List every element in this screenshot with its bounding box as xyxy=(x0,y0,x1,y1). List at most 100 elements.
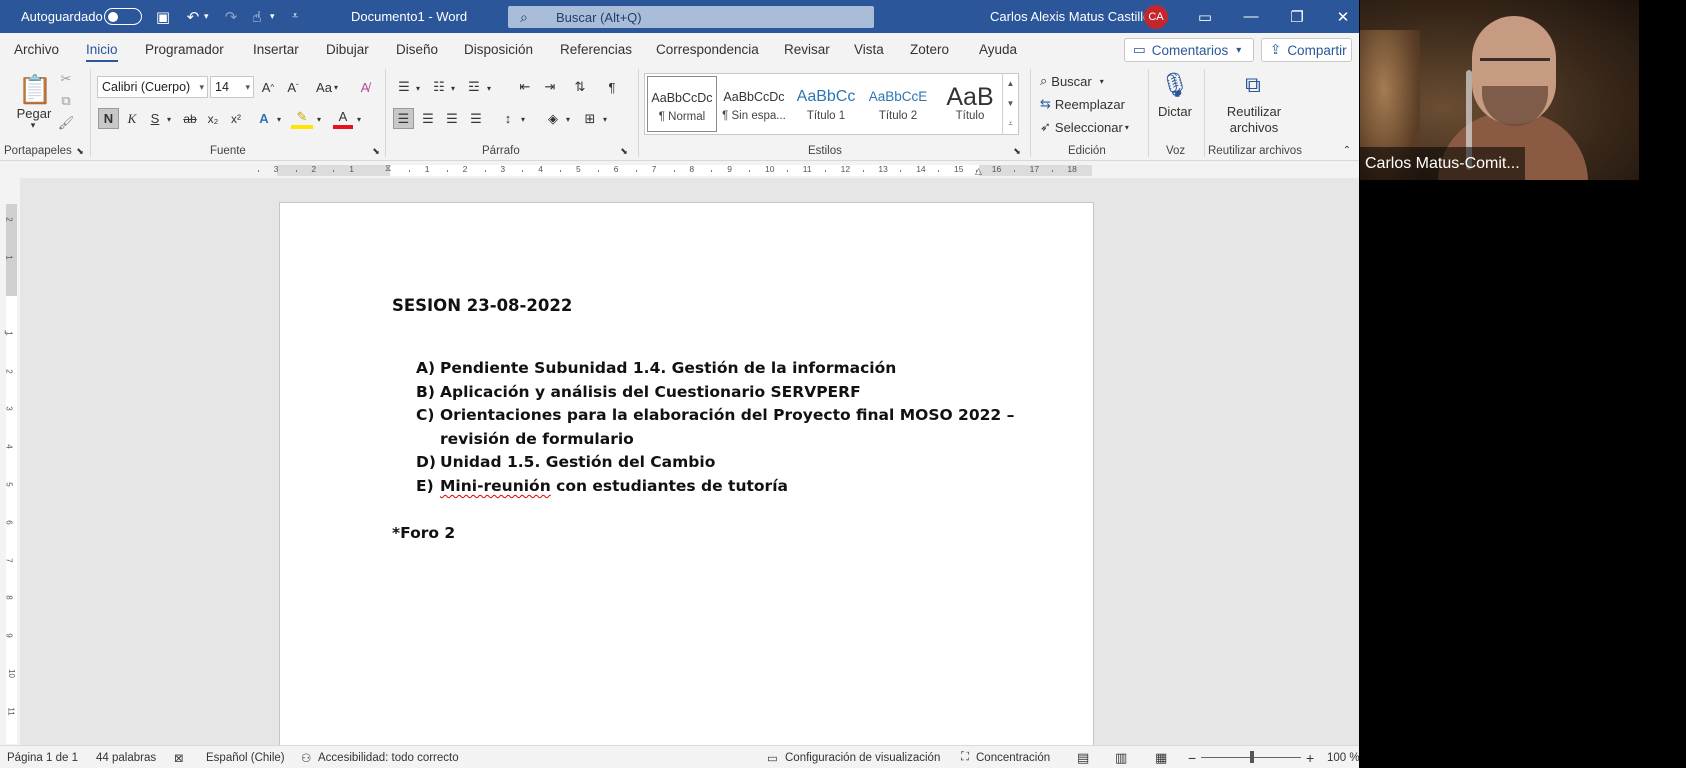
tab-archivo[interactable]: Archivo xyxy=(14,33,59,65)
zoom-in-icon[interactable]: + xyxy=(1306,746,1314,768)
numbering-icon[interactable]: ☷ xyxy=(430,77,448,97)
microphone-icon[interactable]: 🎙 xyxy=(1160,69,1190,101)
chevron-down-icon[interactable]: ▼ xyxy=(1007,99,1015,108)
numbering-dropdown-icon[interactable]: ▾ xyxy=(448,79,458,97)
justify-icon[interactable]: ☰ xyxy=(467,108,485,129)
style-title[interactable]: AaB Título xyxy=(935,76,1005,132)
tab-disposicion[interactable]: Disposición xyxy=(464,33,533,65)
focus-mode[interactable]: Concentración xyxy=(976,746,1050,768)
grow-font-icon[interactable]: A ^ xyxy=(258,77,278,97)
underline-button[interactable]: S xyxy=(146,108,164,129)
focus-icon[interactable]: ⛶ xyxy=(961,746,969,768)
cut-icon[interactable]: ✂ xyxy=(58,71,74,87)
proofing-icon[interactable]: ⊠ xyxy=(174,746,184,768)
tab-correspondencia[interactable]: Correspondencia xyxy=(656,33,759,65)
indent-marker-icon[interactable]: ⧖ xyxy=(385,163,391,174)
format-painter-icon[interactable]: 🖌 xyxy=(58,115,75,131)
close-icon[interactable]: ✕ xyxy=(1320,0,1359,33)
display-settings-icon[interactable]: ▭ xyxy=(767,746,778,768)
more-styles-icon[interactable]: ⩡ xyxy=(1008,119,1013,129)
accessibility-icon[interactable]: ⚇ xyxy=(301,746,311,768)
copy-icon[interactable]: ⧉ xyxy=(58,93,74,109)
zoom-out-icon[interactable]: − xyxy=(1188,746,1196,768)
user-avatar[interactable]: CA xyxy=(1144,0,1168,33)
increase-indent-icon[interactable]: ⇥ xyxy=(541,77,559,97)
document-page[interactable]: SESION 23-08-2022 A) Pendiente Subunidad… xyxy=(279,202,1094,762)
restore-icon[interactable]: ❐ xyxy=(1274,0,1320,33)
tab-zotero[interactable]: Zotero xyxy=(910,33,949,65)
align-center-icon[interactable]: ☰ xyxy=(419,108,437,129)
select-button[interactable]: ➶ Seleccionar ▾ xyxy=(1040,117,1140,137)
highlight-icon[interactable]: ✎ xyxy=(291,108,313,129)
search-box[interactable]: ⌕ Buscar (Alt+Q) xyxy=(508,6,874,28)
style-no-spacing[interactable]: AaBbCcDc ¶ Sin espa... xyxy=(719,76,789,132)
language-indicator[interactable]: Español (Chile) xyxy=(206,746,285,768)
tab-referencias[interactable]: Referencias xyxy=(560,33,632,65)
shading-icon[interactable]: ◈ xyxy=(544,108,562,129)
autosave-toggle[interactable] xyxy=(104,0,142,33)
multilevel-dropdown-icon[interactable]: ▾ xyxy=(484,79,494,97)
page-count[interactable]: Página 1 de 1 xyxy=(7,746,78,768)
undo-icon[interactable]: ↶ xyxy=(184,0,202,33)
footer-note[interactable]: *Foro 2 xyxy=(392,524,455,542)
bold-button[interactable]: N xyxy=(98,108,119,129)
minimize-icon[interactable]: — xyxy=(1228,0,1274,33)
reuse-files-icon[interactable]: ⧉ xyxy=(1238,69,1268,101)
text-effects-icon[interactable]: A xyxy=(254,108,274,129)
style-normal[interactable]: AaBbCcDc ¶ Normal xyxy=(647,76,717,132)
tab-vista[interactable]: Vista xyxy=(854,33,884,65)
tab-diseno[interactable]: Diseño xyxy=(396,33,438,65)
customize-qat-icon[interactable]: ⩡ xyxy=(292,0,298,33)
tab-dibujar[interactable]: Dibujar xyxy=(326,33,369,65)
paste-icon[interactable]: 📋 xyxy=(18,71,53,107)
font-size-select[interactable]: 14 ▾ xyxy=(210,76,254,98)
highlight-dropdown-icon[interactable]: ▾ xyxy=(314,110,324,128)
paste-dropdown-icon[interactable]: ▾ xyxy=(26,119,40,131)
line-spacing-icon[interactable]: ↕ xyxy=(499,108,517,129)
gallery-scrollbar[interactable]: ▲ ▼ ⩡ xyxy=(1002,74,1018,134)
print-layout-icon[interactable]: ▥ xyxy=(1115,746,1127,768)
shrink-font-icon[interactable]: Aˇ xyxy=(283,77,303,97)
share-button[interactable]: ⇪ Compartir xyxy=(1261,38,1352,62)
align-right-icon[interactable]: ☰ xyxy=(443,108,461,129)
change-case-button[interactable]: Aa ▾ xyxy=(312,77,342,97)
tab-insertar[interactable]: Insertar xyxy=(253,33,299,65)
web-layout-icon[interactable]: ▦ xyxy=(1155,746,1167,768)
tab-revisar[interactable]: Revisar xyxy=(784,33,830,65)
superscript-icon[interactable]: x² xyxy=(227,108,245,129)
dictate-label[interactable]: Dictar xyxy=(1152,103,1198,119)
text-effects-dropdown-icon[interactable]: ▾ xyxy=(274,110,284,128)
multilevel-list-icon[interactable]: ☲ xyxy=(465,77,483,97)
font-color-dropdown-icon[interactable]: ▾ xyxy=(354,110,364,128)
touch-mode-icon[interactable]: ☝ xyxy=(248,0,266,33)
show-formatting-icon[interactable]: ¶ xyxy=(603,77,621,97)
borders-dropdown-icon[interactable]: ▾ xyxy=(600,110,610,128)
reuse-files-label-line1[interactable]: Reutilizar xyxy=(1214,103,1294,119)
replace-button[interactable]: ⇆ Reemplazar xyxy=(1040,94,1140,114)
font-color-icon[interactable]: A xyxy=(333,108,353,129)
right-indent-marker-icon[interactable]: △ xyxy=(975,166,982,177)
sort-icon[interactable]: ⇅ xyxy=(571,77,589,97)
document-heading[interactable]: SESION 23-08-2022 xyxy=(392,296,572,315)
style-heading-1[interactable]: AaBbCc Título 1 xyxy=(791,76,861,132)
align-left-icon[interactable]: ☰ xyxy=(393,108,414,129)
zoom-level[interactable]: 100 % xyxy=(1327,746,1359,768)
font-launcher-icon[interactable]: ⬊ xyxy=(371,145,381,157)
bullets-dropdown-icon[interactable]: ▾ xyxy=(413,79,423,97)
vertical-ruler[interactable]: 2 1 1 2 3 4 5 6 7 8 9 10 11 xyxy=(5,204,17,744)
word-count[interactable]: 44 palabras xyxy=(96,746,156,768)
shading-dropdown-icon[interactable]: ▾ xyxy=(563,110,573,128)
strikethrough-button[interactable]: ab xyxy=(180,108,200,129)
find-button[interactable]: ⌕ Buscar ▾ xyxy=(1040,71,1140,91)
decrease-indent-icon[interactable]: ⇤ xyxy=(516,77,534,97)
font-name-select[interactable]: Calibri (Cuerpo) ▾ xyxy=(97,76,208,98)
touch-dropdown-icon[interactable]: ▾ xyxy=(270,0,275,33)
display-settings[interactable]: Configuración de visualización xyxy=(785,746,940,768)
zoom-slider-thumb[interactable] xyxy=(1250,751,1254,763)
underline-dropdown-icon[interactable]: ▾ xyxy=(164,110,174,128)
accessibility-status[interactable]: Accesibilidad: todo correcto xyxy=(318,746,459,768)
tab-programador[interactable]: Programador xyxy=(145,33,224,65)
reuse-files-label-line2[interactable]: archivos xyxy=(1214,119,1294,135)
styles-launcher-icon[interactable]: ⬊ xyxy=(1012,145,1022,157)
save-icon[interactable]: ▣ xyxy=(154,0,172,33)
